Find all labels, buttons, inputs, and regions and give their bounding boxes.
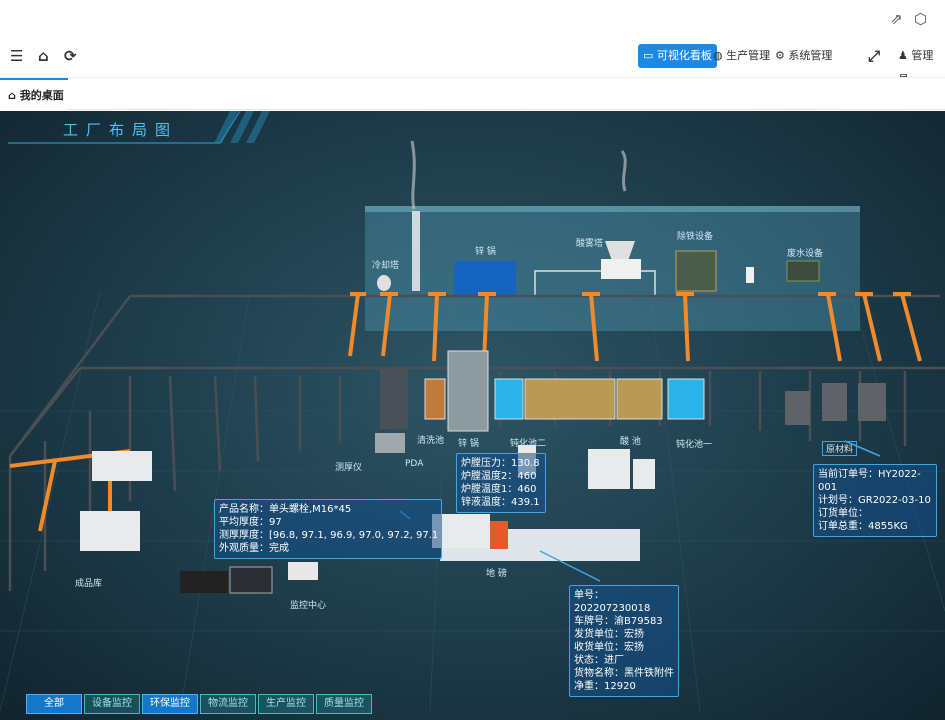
monitor-filter-bar: 全部 设备监控 环保监控 物流监控 生产监控 质量监控: [26, 694, 372, 714]
label-zinc-pot-2: 锌 锅: [458, 439, 479, 449]
truck-cab: [490, 521, 508, 549]
chimney: [412, 211, 420, 291]
user-menu[interactable]: ♟ 管理员: [893, 44, 945, 86]
label-monitor-center: 监控中心: [290, 601, 327, 611]
zinc-furnace: [454, 261, 516, 296]
label-weighbridge: 地 磅: [486, 569, 507, 579]
order-info-panel: 当前订单号：HY2022-001 计划号：GR2022-03-10 订货单位： …: [813, 464, 937, 537]
label-thickness-gauge: 测厚仪: [335, 463, 363, 473]
label-finished-goods: 成品库: [75, 579, 103, 589]
factory-scene: [0, 111, 945, 712]
raw-material-stacks: [785, 383, 886, 425]
filter-environment-button[interactable]: 环保监控: [142, 694, 198, 714]
label-cleaning-pool: 清洗池: [417, 436, 445, 446]
nav-item-label: 系统管理: [788, 49, 833, 62]
label-cooling-tower: 冷却塔: [372, 261, 400, 271]
cube-icon[interactable]: ⬡: [914, 10, 927, 28]
filter-production-button[interactable]: 生产监控: [258, 694, 314, 714]
rack-column: [380, 369, 408, 429]
label-zinc-pot: 锌 锅: [475, 247, 496, 257]
nav-item-dashboard[interactable]: ▭ 可视化看板: [638, 44, 717, 68]
map-title: 工厂布局图: [63, 121, 179, 139]
filter-equipment-button[interactable]: 设备监控: [84, 694, 140, 714]
monitor-icon: ▭: [643, 49, 654, 62]
home-icon: ⌂: [8, 89, 16, 102]
top-strip: ⇗ ⬡: [0, 0, 945, 38]
cooling-tower: [377, 275, 391, 291]
tab-bar: ⌂ 我的桌面: [0, 78, 945, 110]
process-pools: [424, 350, 705, 432]
navbar: ☰ ⌂ ⟳ ▭ 可视化看板 ◍ 生产管理 ⚙ 系统管理 ⤢ ♟ 管理员: [0, 38, 945, 86]
monitor-center-desk: [180, 571, 228, 593]
zinc-pot-panel: 炉膛压力：130.8 炉膛温度2：460 炉膛温度1：460 锌液温度：439.…: [456, 453, 546, 513]
refresh-icon[interactable]: ⟳: [64, 47, 77, 65]
label-passivation-2: 钝化池二: [510, 439, 547, 449]
iron-removal-equipment: [675, 250, 717, 292]
thickness-gauge-desk: [375, 433, 405, 453]
label-acid-mist-tower: 酸雾塔: [576, 239, 604, 249]
label-wastewater: 废水设备: [787, 249, 824, 259]
nav-item-label: 生产管理: [726, 49, 771, 62]
tab-my-desktop[interactable]: ⌂ 我的桌面: [0, 78, 68, 110]
monitor-center-vehicle: [288, 562, 318, 580]
dashboard-icon: ◍: [713, 49, 723, 62]
label-acid-pool: 酸 池: [620, 437, 641, 447]
gear-icon: ⚙: [775, 49, 785, 62]
label-raw-material: 原材料: [822, 441, 858, 456]
nav-item-system[interactable]: ⚙ 系统管理: [770, 44, 837, 68]
acid-mist-tower: [601, 259, 641, 279]
monitor-center-screen: [229, 566, 273, 594]
product-info-panel: 产品名称：单头螺栓,M16*45 平均厚度：97 测厚厚度：[96.8, 97.…: [214, 499, 442, 559]
label-pda: PDA: [405, 459, 424, 469]
wastewater-equipment: [786, 260, 820, 282]
factory-map: 工厂布局图 冷却塔 锌 锅 酸雾塔 除铁设备 废水设备 清洗池 锌 锅 钝化池二…: [0, 111, 945, 720]
filter-all-button[interactable]: 全部: [26, 694, 82, 714]
user-icon: ♟: [898, 49, 908, 62]
fullscreen-icon[interactable]: ⤢: [868, 47, 880, 65]
label-passivation-1: 钝化池一: [676, 440, 713, 450]
share-icon[interactable]: ⇗: [890, 10, 903, 28]
filter-quality-button[interactable]: 质量监控: [316, 694, 372, 714]
nav-item-production[interactable]: ◍ 生产管理: [708, 44, 775, 68]
label-iron-removal: 除铁设备: [677, 232, 714, 242]
nav-item-label: 可视化看板: [656, 49, 712, 62]
filter-logistics-button[interactable]: 物流监控: [200, 694, 256, 714]
home-icon[interactable]: ⌂: [38, 47, 49, 65]
truck-info-panel: 单号：202207230018 车牌号：渝B79583 发货单位：宏扬 收货单位…: [569, 585, 679, 697]
menu-indent-icon[interactable]: ☰: [10, 47, 23, 65]
